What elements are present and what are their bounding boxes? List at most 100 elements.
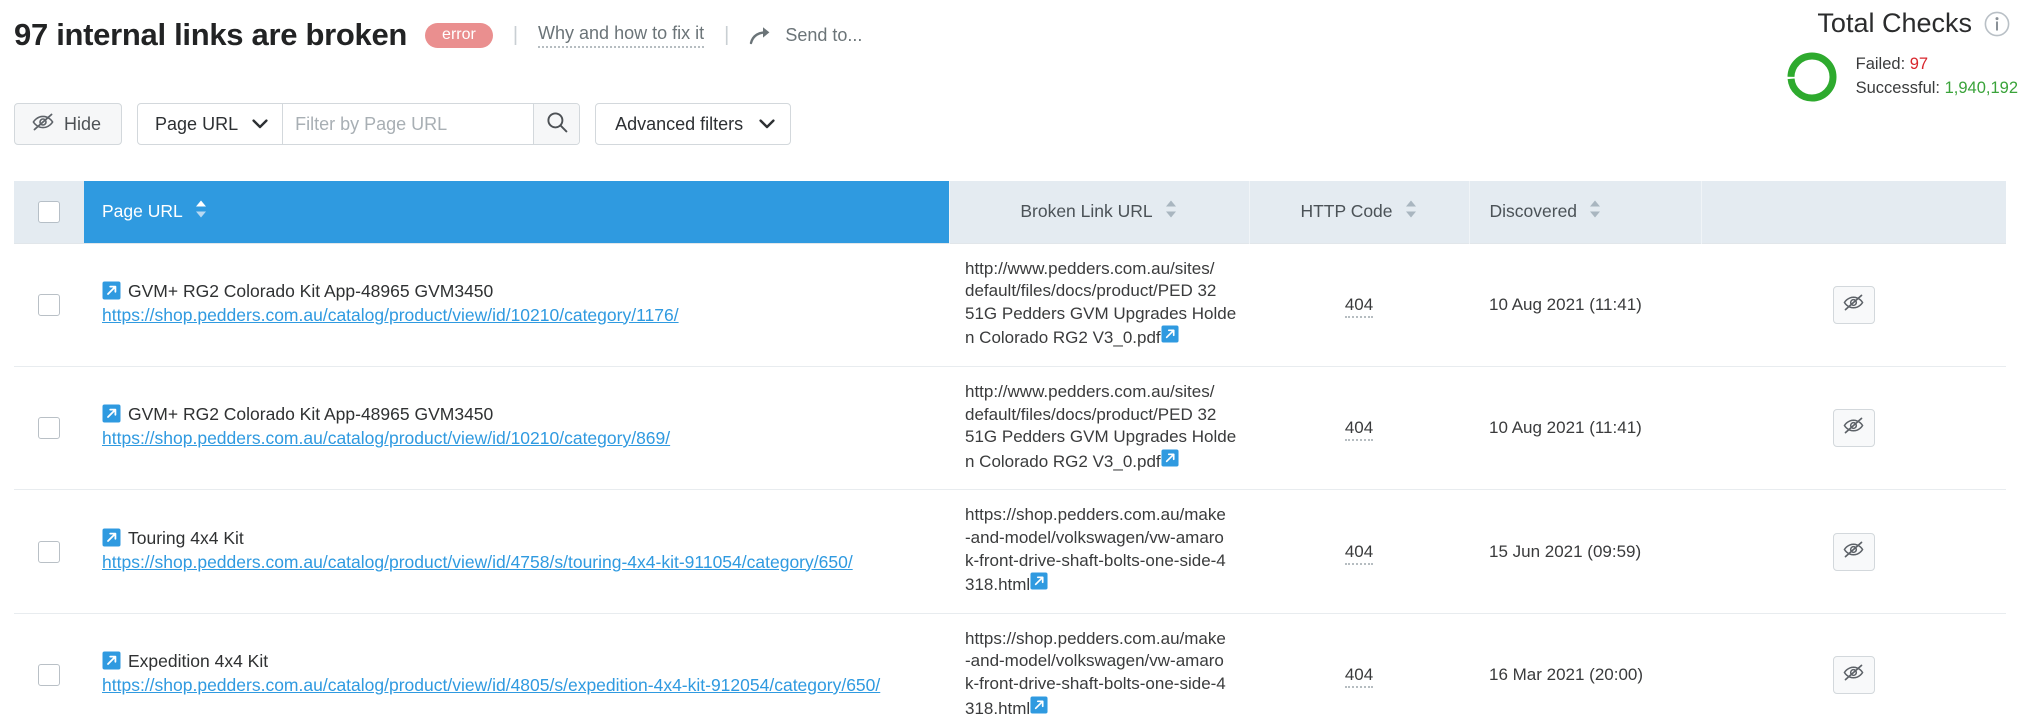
table-header-row: Page URL Broken Link URL HTTP Code Disco… [14, 181, 2006, 243]
row-checkbox[interactable] [38, 417, 60, 440]
column-label-http-code: HTTP Code [1300, 201, 1393, 222]
http-code-value[interactable]: 404 [1344, 294, 1374, 318]
page-url-link[interactable]: https://shop.pedders.com.au/catalog/prod… [102, 304, 931, 327]
row-checkbox[interactable] [38, 540, 60, 563]
eye-off-icon [1843, 664, 1864, 686]
filter-field-label: Page URL [155, 113, 239, 134]
http-code-cell: 404 [1249, 489, 1469, 614]
send-to-button[interactable]: Send to... [749, 24, 862, 46]
broken-link-cell: https://shop.pedders.com.au/make -and-mo… [949, 612, 1249, 722]
page-title-line: GVM+ RG2 Colorado Kit App-48965 GVM3450 [102, 404, 931, 425]
external-link-icon [102, 528, 121, 549]
select-all-header [14, 181, 84, 243]
column-header-broken-link-url[interactable]: Broken Link URL [949, 181, 1250, 243]
actions-cell [1701, 365, 2006, 490]
column-label-discovered: Discovered [1489, 201, 1578, 222]
page-title: 97 internal links are broken [14, 17, 408, 52]
external-link-icon[interactable] [1030, 696, 1048, 718]
filter-input[interactable] [283, 104, 534, 144]
page-url-link[interactable]: https://shop.pedders.com.au/catalog/prod… [102, 427, 931, 450]
sort-arrows-icon [1588, 199, 1602, 224]
hide-row-button[interactable] [1832, 532, 1875, 571]
eye-off-icon [32, 113, 54, 136]
actions-cell [1701, 489, 2006, 614]
http-code-value[interactable]: 404 [1344, 665, 1374, 689]
column-header-discovered[interactable]: Discovered [1469, 181, 1702, 243]
page-url-link[interactable]: https://shop.pedders.com.au/catalog/prod… [102, 551, 931, 574]
successful-stat: Successful: 1,940,192 [1856, 77, 2018, 101]
column-header-page-url[interactable]: Page URL [84, 181, 950, 243]
send-to-label: Send to... [785, 24, 863, 45]
row-checkbox[interactable] [38, 293, 60, 316]
total-checks-body: Failed: 97 Successful: 1,940,192 [1630, 49, 2020, 105]
total-checks-stats: Failed: 97 Successful: 1,940,192 [1856, 53, 2018, 101]
row-checkbox[interactable] [38, 664, 60, 687]
broken-link-url[interactable]: https://shop.pedders.com.au/make -and-mo… [965, 629, 1226, 718]
table-row: Touring 4x4 Kit https://shop.pedders.com… [14, 489, 2006, 614]
broken-link-cell: https://shop.pedders.com.au/make -and-mo… [949, 489, 1249, 614]
column-label-page-url: Page URL [102, 201, 183, 222]
external-link-icon[interactable] [1161, 325, 1179, 347]
failed-label: Failed: [1855, 55, 1906, 74]
hide-row-button[interactable] [1832, 285, 1875, 324]
broken-links-table: Page URL Broken Link URL HTTP Code Disco… [14, 181, 2006, 722]
broken-link-url[interactable]: http://www.pedders.com.au/sites/ default… [965, 382, 1236, 471]
divider-2: | [724, 23, 730, 46]
info-icon[interactable] [1984, 11, 2010, 37]
column-header-http-code[interactable]: HTTP Code [1249, 181, 1470, 243]
failed-stat: Failed: 97 [1856, 53, 2018, 77]
advanced-filters-label: Advanced filters [615, 113, 744, 134]
column-header-actions [1701, 181, 2006, 243]
why-how-to-fix-it-link[interactable]: Why and how to fix it [538, 23, 705, 48]
external-link-icon [102, 281, 121, 302]
external-link-icon[interactable] [1161, 449, 1179, 471]
broken-link-url[interactable]: https://shop.pedders.com.au/make -and-mo… [965, 505, 1226, 594]
external-link-icon [102, 404, 121, 425]
http-code-value[interactable]: 404 [1344, 541, 1374, 565]
eye-off-icon [1843, 294, 1864, 316]
broken-link-cell: http://www.pedders.com.au/sites/ default… [949, 365, 1249, 490]
table-row: GVM+ RG2 Colorado Kit App-48965 GVM3450 … [14, 365, 2006, 490]
total-checks-panel: Total Checks Failed: 97 Successful: 1,94… [1630, 8, 2020, 105]
total-checks-header: Total Checks [1630, 8, 2020, 39]
page-title-text: Touring 4x4 Kit [128, 527, 244, 548]
title-row: 97 internal links are broken error | Why… [0, 0, 862, 70]
sort-arrows-icon [1164, 199, 1178, 224]
eye-off-icon [1843, 417, 1864, 439]
search-button[interactable] [533, 104, 580, 144]
sort-arrows-icon [1404, 199, 1418, 224]
filter-field-select[interactable]: Page URL [138, 104, 284, 144]
page-url-cell: Expedition 4x4 Kit https://shop.pedders.… [84, 612, 949, 722]
external-link-icon[interactable] [1030, 572, 1048, 594]
select-all-checkbox[interactable] [38, 200, 60, 223]
http-code-cell: 404 [1249, 242, 1469, 367]
successful-value: 1,940,192 [1944, 79, 2018, 97]
table-row: GVM+ RG2 Colorado Kit App-48965 GVM3450 … [14, 242, 2006, 367]
successful-label: Successful: [1855, 79, 1940, 97]
advanced-filters-button[interactable]: Advanced filters [595, 103, 792, 145]
divider-1: | [512, 23, 519, 46]
http-code-value[interactable]: 404 [1344, 418, 1374, 442]
page-url-link[interactable]: https://shop.pedders.com.au/catalog/prod… [102, 674, 931, 697]
actions-cell [1701, 612, 2006, 722]
page-url-cell: GVM+ RG2 Colorado Kit App-48965 GVM3450 … [84, 242, 949, 367]
search-icon [546, 111, 568, 138]
hide-row-button[interactable] [1832, 409, 1875, 448]
hide-button[interactable]: Hide [14, 103, 123, 145]
hide-row-button[interactable] [1832, 656, 1875, 695]
external-link-icon [102, 651, 121, 672]
page-title-text: Expedition 4x4 Kit [128, 650, 269, 671]
page-title-text: GVM+ RG2 Colorado Kit App-48965 GVM3450 [128, 280, 494, 301]
broken-links-report: 97 internal links are broken error | Why… [0, 0, 2020, 722]
broken-link-cell: http://www.pedders.com.au/sites/ default… [949, 242, 1249, 367]
status-badge: error [425, 22, 493, 48]
http-code-cell: 404 [1249, 612, 1469, 722]
page-url-cell: GVM+ RG2 Colorado Kit App-48965 GVM3450 … [84, 365, 949, 490]
eye-off-icon [1843, 541, 1864, 563]
page-url-cell: Touring 4x4 Kit https://shop.pedders.com… [84, 489, 949, 614]
share-icon [749, 24, 775, 46]
page-title-line: Touring 4x4 Kit [102, 528, 931, 549]
broken-link-url[interactable]: http://www.pedders.com.au/sites/ default… [965, 259, 1236, 348]
row-checkbox-cell [14, 365, 84, 490]
table-body: GVM+ RG2 Colorado Kit App-48965 GVM3450 … [14, 242, 2006, 722]
